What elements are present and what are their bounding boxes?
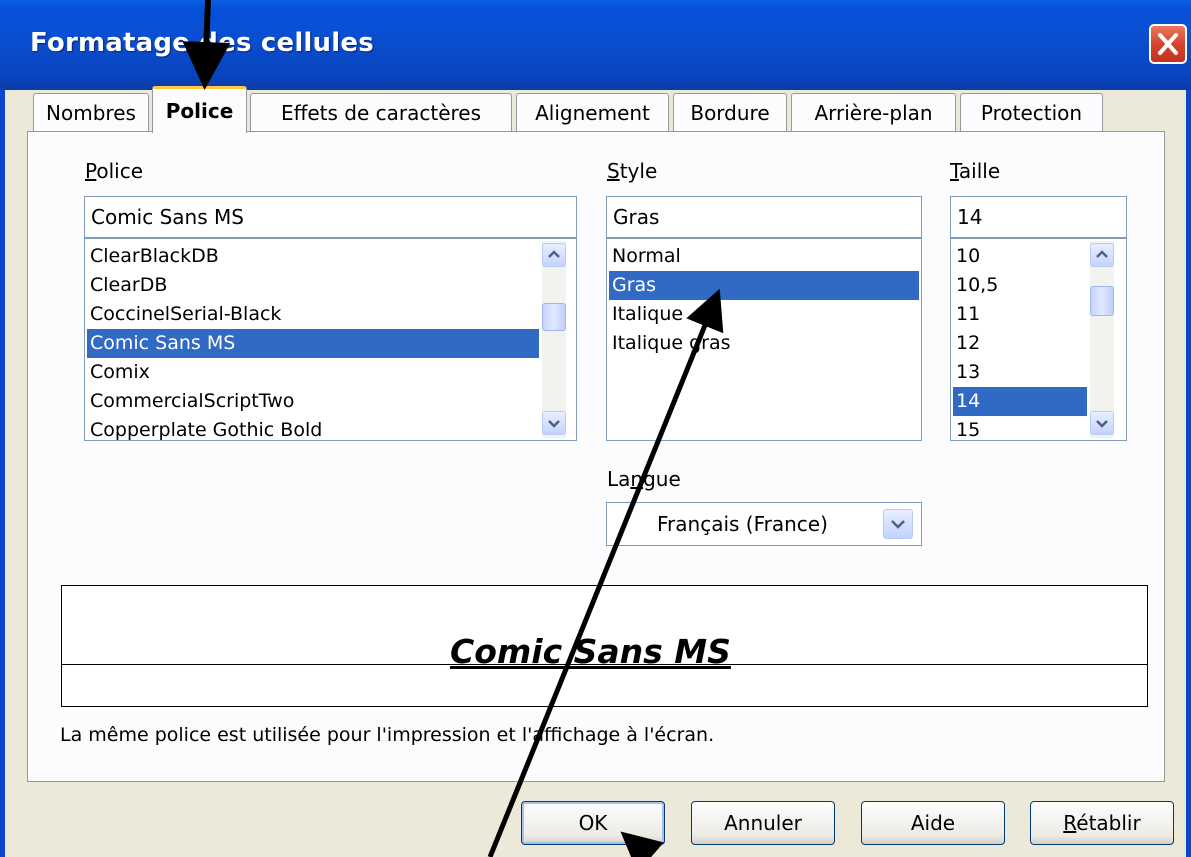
font-list-item[interactable]: CommercialScriptTwo — [87, 387, 539, 416]
tab-police[interactable]: Police — [152, 86, 247, 133]
scroll-down-icon — [1096, 420, 1108, 428]
size-list-item[interactable]: 15 — [953, 416, 1087, 440]
font-list-item[interactable]: Copperplate Gothic Bold — [87, 416, 539, 440]
window-border-left — [0, 90, 5, 857]
style-input[interactable]: Gras — [606, 196, 922, 238]
tab-protection[interactable]: Protection — [960, 93, 1103, 131]
close-button[interactable] — [1149, 24, 1187, 64]
language-dropdown-button[interactable] — [883, 509, 913, 539]
tab-arriere-plan[interactable]: Arrière-plan — [791, 93, 956, 131]
size-list-item[interactable]: 10,5 — [953, 271, 1087, 300]
font-list-scrollbar[interactable] — [542, 241, 566, 438]
help-button[interactable]: Aide — [861, 801, 1005, 845]
window-border-right — [1186, 90, 1191, 857]
tab-nombres[interactable]: Nombres — [33, 93, 149, 131]
size-list-item[interactable]: 12 — [953, 329, 1087, 358]
scroll-up-button[interactable] — [542, 243, 566, 267]
tab-alignement[interactable]: Alignement — [516, 93, 669, 131]
font-list-item[interactable]: ClearDB — [87, 271, 539, 300]
scroll-down-button[interactable] — [1090, 411, 1114, 435]
style-list-item[interactable]: Italique — [609, 300, 919, 329]
language-label: Langue — [607, 467, 681, 491]
size-list-item[interactable]: 10 — [953, 242, 1087, 271]
size-label: Taille — [950, 159, 1001, 183]
size-list-item[interactable]: 13 — [953, 358, 1087, 387]
style-list[interactable]: Normal Gras Italique Italique gras — [606, 238, 922, 441]
language-value: Français (France) — [657, 512, 828, 536]
tab-effets-de-caracteres[interactable]: Effets de caractères — [250, 93, 512, 131]
language-select[interactable]: Français (France) — [606, 502, 922, 546]
preview-text: Comic Sans MS — [450, 632, 731, 671]
ok-button[interactable]: OK — [521, 801, 665, 845]
scroll-down-icon — [548, 420, 560, 428]
style-list-item[interactable]: Italique gras — [609, 329, 919, 358]
font-list-item[interactable]: Comix — [87, 358, 539, 387]
size-list-scrollbar[interactable] — [1090, 241, 1114, 438]
close-icon — [1158, 33, 1178, 55]
scroll-thumb[interactable] — [542, 303, 566, 331]
style-label: Style — [607, 159, 658, 183]
font-list[interactable]: ClearBlackDB ClearDB CoccinelSerial-Blac… — [84, 238, 577, 441]
window-title: Formatage des cellules — [30, 28, 374, 58]
font-note: La même police est utilisée pour l'impre… — [60, 724, 715, 746]
font-list-item[interactable]: CoccinelSerial-Black — [87, 300, 539, 329]
style-list-item-selected[interactable]: Gras — [609, 271, 919, 300]
scroll-down-button[interactable] — [542, 411, 566, 435]
reset-button[interactable]: Rétablir — [1030, 801, 1174, 845]
size-list-item[interactable]: 11 — [953, 300, 1087, 329]
scroll-up-icon — [548, 250, 560, 258]
style-list-item[interactable]: Normal — [609, 242, 919, 271]
font-label: Police — [85, 159, 144, 183]
scroll-thumb[interactable] — [1090, 286, 1114, 316]
size-list[interactable]: 10 10,5 11 12 13 14 15 — [950, 238, 1127, 441]
dropdown-arrow-icon — [891, 520, 905, 529]
font-list-item-selected[interactable]: Comic Sans MS — [87, 329, 539, 358]
size-list-item-selected[interactable]: 14 — [953, 387, 1087, 416]
cancel-button[interactable]: Annuler — [691, 801, 835, 845]
size-input[interactable]: 14 — [950, 196, 1127, 238]
font-list-item[interactable]: ClearBlackDB — [87, 242, 539, 271]
scroll-up-icon — [1096, 250, 1108, 258]
font-name-input[interactable]: Comic Sans MS — [84, 196, 577, 238]
scroll-up-button[interactable] — [1090, 243, 1114, 267]
tab-bordure[interactable]: Bordure — [673, 93, 787, 131]
